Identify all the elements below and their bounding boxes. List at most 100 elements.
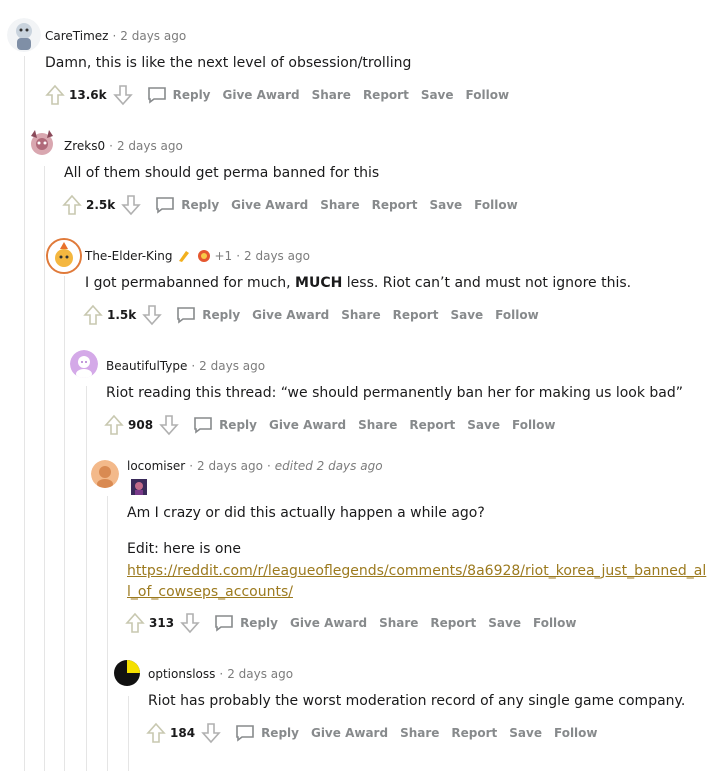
timestamp[interactable]: 2 days ago: [120, 29, 186, 43]
award-icon: [197, 249, 211, 263]
timestamp[interactable]: 2 days ago: [197, 459, 263, 473]
comment-actions: 2.5k Reply Give Award Share Report Save …: [62, 194, 530, 216]
comment-icon: [215, 615, 233, 632]
upvote-icon[interactable]: [62, 194, 82, 216]
downvote-icon[interactable]: [201, 722, 221, 744]
comment-body: Riot has probably the worst moderation r…: [148, 693, 686, 709]
downvote-icon[interactable]: [159, 414, 179, 436]
comment-text-bold: MUCH: [295, 275, 343, 291]
comment-icon: [147, 87, 166, 104]
reply-button[interactable]: Reply: [193, 416, 257, 434]
save-button[interactable]: Save: [488, 616, 521, 630]
reply-button[interactable]: Reply: [235, 724, 299, 742]
comment-meta: The-Elder-King +1 · 2 days ago: [85, 249, 310, 263]
reply-label: Reply: [202, 308, 241, 322]
author-name[interactable]: BeautifulType: [106, 359, 187, 373]
give-award-button[interactable]: Give Award: [231, 198, 308, 212]
give-award-button[interactable]: Give Award: [252, 308, 329, 322]
follow-button[interactable]: Follow: [533, 616, 577, 630]
author-name[interactable]: locomiser: [127, 459, 185, 473]
upvote-icon[interactable]: [146, 722, 166, 744]
comment-icon: [194, 417, 212, 434]
comment-icon: [156, 197, 175, 214]
avatar[interactable]: [25, 126, 59, 160]
follow-button[interactable]: Follow: [466, 88, 510, 102]
downvote-icon[interactable]: [112, 84, 133, 106]
award-count: +1: [214, 249, 233, 263]
comment-meta: BeautifulType · 2 days ago: [106, 359, 266, 373]
follow-button[interactable]: Follow: [495, 308, 539, 322]
avatar[interactable]: [70, 350, 98, 378]
save-button[interactable]: Save: [421, 88, 454, 102]
share-button[interactable]: Share: [400, 726, 439, 740]
report-button[interactable]: Report: [363, 88, 409, 102]
share-button[interactable]: Share: [312, 88, 351, 102]
downvote-icon[interactable]: [180, 612, 200, 634]
comment-text: I got permabanned for much,: [85, 275, 296, 291]
report-button[interactable]: Report: [430, 616, 476, 630]
vote-score: 13.6k: [69, 88, 107, 102]
vote-score: 908: [128, 418, 154, 432]
reply-button[interactable]: Reply: [147, 86, 211, 104]
give-award-button[interactable]: Give Award: [311, 726, 388, 740]
share-button[interactable]: Share: [358, 418, 397, 432]
upvote-icon[interactable]: [45, 84, 65, 106]
avatar[interactable]: [46, 238, 82, 274]
follow-button[interactable]: Follow: [554, 726, 598, 740]
reply-label: Reply: [240, 616, 278, 630]
upvote-icon[interactable]: [125, 612, 145, 634]
share-button[interactable]: Share: [379, 616, 418, 630]
follow-button[interactable]: Follow: [474, 198, 518, 212]
comment-link[interactable]: https://reddit.com/r/leagueoflegends/com…: [127, 561, 707, 603]
reply-button[interactable]: Reply: [155, 196, 219, 214]
save-button[interactable]: Save: [450, 308, 483, 322]
avatar[interactable]: [112, 658, 142, 688]
timestamp[interactable]: 2 days ago: [117, 139, 183, 153]
comment-body-edit: Edit: here is one: [127, 541, 241, 557]
comment-body: I got permabanned for much, MUCH less. R…: [85, 275, 631, 291]
comment-icon: [236, 725, 254, 742]
reply-button[interactable]: Reply: [214, 614, 278, 632]
give-award-button[interactable]: Give Award: [269, 418, 346, 432]
reply-button[interactable]: Reply: [176, 306, 240, 324]
avatar[interactable]: [91, 460, 119, 488]
report-button[interactable]: Report: [372, 198, 418, 212]
save-button[interactable]: Save: [509, 726, 542, 740]
report-button[interactable]: Report: [451, 726, 497, 740]
reply-label: Reply: [181, 198, 220, 212]
report-button[interactable]: Report: [393, 308, 439, 322]
downvote-icon[interactable]: [121, 194, 142, 216]
save-button[interactable]: Save: [467, 418, 500, 432]
share-button[interactable]: Share: [341, 308, 380, 322]
reply-label: Reply: [219, 418, 257, 432]
user-flair-icon: [131, 479, 147, 495]
comment-meta: locomiser · 2 days ago · edited 2 days ago: [127, 459, 383, 473]
comment-actions: 908 Reply Give Award Share Report Save F…: [104, 414, 568, 436]
comment-text: less. Riot can’t and must not ignore thi…: [342, 275, 632, 291]
timestamp[interactable]: 2 days ago: [244, 249, 310, 263]
report-button[interactable]: Report: [409, 418, 455, 432]
follow-button[interactable]: Follow: [512, 418, 556, 432]
share-button[interactable]: Share: [320, 198, 359, 212]
author-name[interactable]: optionsloss: [148, 667, 215, 681]
avatar[interactable]: [7, 18, 41, 52]
comment-body: All of them should get perma banned for …: [64, 165, 380, 181]
author-name[interactable]: Zreks0: [64, 139, 105, 153]
upvote-icon[interactable]: [104, 414, 124, 436]
save-button[interactable]: Save: [429, 198, 462, 212]
reply-label: Reply: [261, 726, 299, 740]
give-award-button[interactable]: Give Award: [223, 88, 300, 102]
author-name[interactable]: The-Elder-King: [85, 249, 173, 263]
comment-body: Am I crazy or did this actually happen a…: [127, 505, 485, 521]
comment-icon: [177, 307, 196, 324]
vote-score: 2.5k: [86, 198, 116, 212]
author-name[interactable]: CareTimez: [45, 29, 108, 43]
timestamp[interactable]: 2 days ago: [227, 667, 293, 681]
give-award-button[interactable]: Give Award: [290, 616, 367, 630]
comment-actions: 1.5k Reply Give Award Share Report Save …: [83, 304, 551, 326]
upvote-icon[interactable]: [83, 304, 103, 326]
downvote-icon[interactable]: [142, 304, 163, 326]
timestamp[interactable]: 2 days ago: [199, 359, 265, 373]
vote-score: 1.5k: [107, 308, 137, 322]
comment-body: Riot reading this thread: “we should per…: [106, 385, 684, 401]
